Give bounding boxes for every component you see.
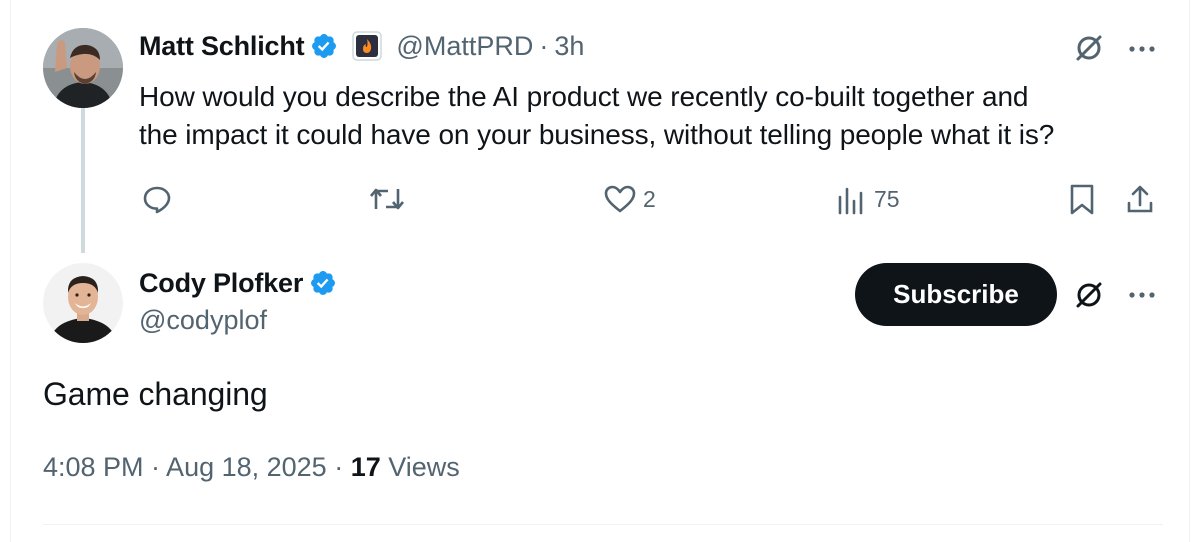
divider — [43, 524, 1163, 525]
views-label: Views — [380, 452, 460, 482]
time-ago[interactable]: 3h — [554, 31, 584, 62]
affiliate-badge-icon[interactable] — [352, 31, 383, 61]
reply-button[interactable] — [141, 183, 173, 215]
share-icon — [1124, 183, 1156, 215]
separator-dot: · — [539, 30, 549, 61]
verified-icon — [310, 32, 338, 60]
parent-tweet-header: Matt Schlicht @MattPRD · 3h — [139, 28, 584, 64]
reply-icon — [141, 183, 173, 215]
like-icon — [603, 183, 637, 215]
main-tweet-header: Cody Plofker — [139, 265, 337, 301]
bookmark-button[interactable] — [1066, 183, 1098, 215]
retweet-icon — [368, 183, 406, 215]
grok-icon[interactable] — [1073, 32, 1105, 64]
avatar-matt[interactable] — [43, 28, 123, 108]
author-name[interactable]: Cody Plofker — [139, 268, 303, 299]
more-icon[interactable] — [1126, 285, 1158, 305]
timestamp[interactable]: 4:08 PM · Aug 18, 2025 · — [43, 452, 351, 482]
frame-border-left — [10, 0, 11, 542]
views-icon — [836, 183, 868, 215]
parent-tweet-text-line1: How would you describe the AI product we… — [139, 81, 1029, 112]
author-handle[interactable]: @MattPRD — [396, 31, 533, 62]
author-handle[interactable]: @codyplof — [139, 305, 267, 336]
bookmark-icon — [1066, 183, 1098, 215]
view-count: 17 — [350, 452, 381, 482]
author-name[interactable]: Matt Schlicht — [139, 31, 305, 62]
retweet-button[interactable] — [368, 183, 406, 215]
parent-tweet-text: How would you describe the AI product we… — [139, 78, 1054, 154]
share-button[interactable] — [1124, 183, 1156, 215]
tweet-metadata: 4:08 PM · Aug 18, 2025 · 17 Views — [43, 452, 460, 483]
grok-icon[interactable] — [1073, 279, 1105, 311]
subscribe-button[interactable]: Subscribe — [855, 263, 1057, 326]
verified-icon — [309, 269, 337, 297]
more-icon[interactable] — [1126, 39, 1158, 59]
frame-border-right — [1189, 0, 1190, 542]
avatar-cody[interactable] — [43, 263, 123, 343]
view-count: 75 — [874, 185, 900, 212]
like-button[interactable]: 2 — [603, 183, 656, 215]
main-tweet-text: Game changing — [43, 376, 268, 412]
like-count: 2 — [643, 185, 656, 212]
thread-connector-line — [81, 103, 85, 253]
views-button[interactable]: 75 — [836, 183, 900, 215]
parent-tweet-text-line2: the impact it could have on your busines… — [139, 119, 1055, 150]
